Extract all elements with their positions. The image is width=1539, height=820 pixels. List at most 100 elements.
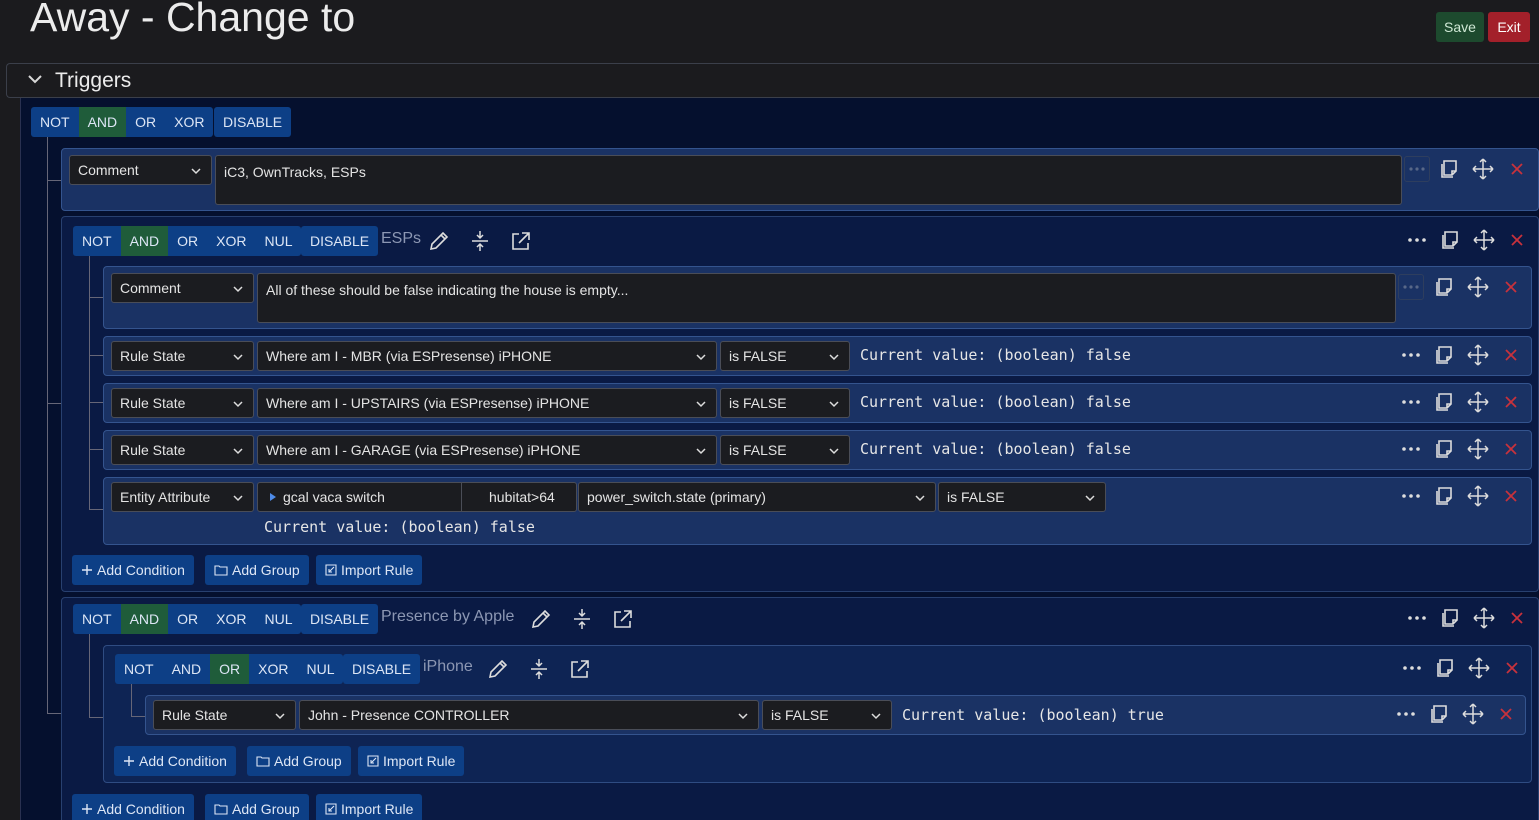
close-icon[interactable] — [1494, 702, 1518, 726]
more-icon[interactable] — [1400, 656, 1424, 680]
entity-picker[interactable]: gcal vaca switch hubitat>64 — [257, 482, 577, 512]
operator-select[interactable]: is FALSE — [938, 482, 1106, 512]
move-icon[interactable] — [1466, 437, 1490, 461]
move-icon[interactable] — [1472, 606, 1496, 630]
triggers-section-header[interactable] — [6, 63, 1539, 98]
copy-icon[interactable] — [1438, 157, 1462, 181]
pencil-icon[interactable] — [529, 607, 553, 631]
close-icon[interactable] — [1505, 606, 1529, 630]
import-rule-button[interactable]: Import Rule — [316, 555, 423, 585]
rule-target-select[interactable]: John - Presence CONTROLLER — [299, 700, 759, 730]
more-icon[interactable] — [1394, 702, 1418, 726]
condition-type-select[interactable]: Entity Attribute — [111, 482, 254, 512]
pencil-icon[interactable] — [486, 657, 510, 681]
copy-icon[interactable] — [1433, 484, 1457, 508]
xor-button[interactable]: XOR — [207, 226, 256, 256]
more-icon[interactable] — [1399, 437, 1423, 461]
more-icon[interactable] — [1404, 156, 1430, 182]
more-icon[interactable] — [1398, 274, 1424, 300]
close-icon[interactable] — [1500, 656, 1524, 680]
and-button[interactable]: AND — [120, 604, 169, 634]
copy-icon[interactable] — [1433, 390, 1457, 414]
comment-text[interactable]: All of these should be false indicating … — [257, 273, 1396, 323]
close-icon[interactable] — [1505, 157, 1529, 181]
move-icon[interactable] — [1471, 157, 1495, 181]
move-icon[interactable] — [1467, 656, 1491, 680]
operator-select[interactable]: is FALSE — [762, 700, 892, 730]
copy-icon[interactable] — [1433, 437, 1457, 461]
or-button[interactable]: OR — [168, 226, 208, 256]
pencil-icon[interactable] — [427, 229, 451, 253]
save-button[interactable]: Save — [1436, 12, 1484, 42]
nul-button[interactable]: NUL — [255, 604, 302, 634]
operator-select[interactable]: is FALSE — [720, 341, 850, 371]
exit-button[interactable]: Exit — [1488, 12, 1530, 42]
disable-button[interactable]: DISABLE — [214, 107, 292, 137]
disable-button[interactable]: DISABLE — [343, 654, 421, 684]
move-icon[interactable] — [1472, 228, 1496, 252]
close-icon[interactable] — [1499, 275, 1523, 299]
nul-button[interactable]: NUL — [297, 654, 344, 684]
more-icon[interactable] — [1405, 228, 1429, 252]
copy-icon[interactable] — [1428, 702, 1452, 726]
move-icon[interactable] — [1466, 275, 1490, 299]
move-icon[interactable] — [1466, 343, 1490, 367]
collapse-icon[interactable] — [570, 607, 594, 631]
more-icon[interactable] — [1405, 606, 1429, 630]
attribute-select[interactable]: power_switch.state (primary) — [578, 482, 936, 512]
condition-type-select[interactable]: Comment — [111, 273, 254, 303]
import-rule-button[interactable]: Import Rule — [316, 794, 423, 820]
close-icon[interactable] — [1499, 390, 1523, 414]
close-icon[interactable] — [1505, 228, 1529, 252]
external-link-icon[interactable] — [509, 229, 533, 253]
collapse-icon[interactable] — [527, 657, 551, 681]
xor-button[interactable]: XOR — [249, 654, 298, 684]
chevron-down-icon[interactable] — [26, 70, 44, 88]
xor-button[interactable]: XOR — [207, 604, 256, 634]
comment-text[interactable]: iC3, OwnTracks, ESPs — [215, 155, 1402, 205]
or-button[interactable]: OR — [168, 604, 208, 634]
move-icon[interactable] — [1466, 484, 1490, 508]
move-icon[interactable] — [1466, 390, 1490, 414]
rule-target-select[interactable]: Where am I - MBR (via ESPresense) iPHONE — [257, 341, 717, 371]
more-icon[interactable] — [1399, 484, 1423, 508]
add-group-button[interactable]: Add Group — [205, 794, 309, 820]
close-icon[interactable] — [1499, 484, 1523, 508]
disable-button[interactable]: DISABLE — [301, 226, 379, 256]
import-rule-button[interactable]: Import Rule — [358, 746, 465, 776]
not-button[interactable]: NOT — [115, 654, 163, 684]
operator-select[interactable]: is FALSE — [720, 388, 850, 418]
condition-type-select[interactable]: Rule State — [111, 435, 254, 465]
add-condition-button[interactable]: Add Condition — [72, 555, 194, 585]
disable-button[interactable]: DISABLE — [301, 604, 379, 634]
copy-icon[interactable] — [1439, 228, 1463, 252]
and-button[interactable]: AND — [78, 107, 127, 137]
more-icon[interactable] — [1399, 343, 1423, 367]
add-group-button[interactable]: Add Group — [205, 555, 309, 585]
copy-icon[interactable] — [1439, 606, 1463, 630]
rule-target-select[interactable]: Where am I - UPSTAIRS (via ESPresense) i… — [257, 388, 717, 418]
or-button[interactable]: OR — [126, 107, 166, 137]
external-link-icon[interactable] — [611, 607, 635, 631]
external-link-icon[interactable] — [568, 657, 592, 681]
condition-type-select[interactable]: Rule State — [111, 341, 254, 371]
move-icon[interactable] — [1461, 702, 1485, 726]
copy-icon[interactable] — [1433, 275, 1457, 299]
not-button[interactable]: NOT — [31, 107, 79, 137]
copy-icon[interactable] — [1434, 656, 1458, 680]
operator-select[interactable]: is FALSE — [720, 435, 850, 465]
collapse-icon[interactable] — [468, 229, 492, 253]
and-button[interactable]: AND — [162, 654, 211, 684]
add-group-button[interactable]: Add Group — [247, 746, 351, 776]
nul-button[interactable]: NUL — [255, 226, 302, 256]
more-icon[interactable] — [1399, 390, 1423, 414]
not-button[interactable]: NOT — [73, 604, 121, 634]
close-icon[interactable] — [1499, 437, 1523, 461]
xor-button[interactable]: XOR — [165, 107, 214, 137]
and-button[interactable]: AND — [120, 226, 169, 256]
condition-type-select[interactable]: Rule State — [153, 700, 296, 730]
or-button[interactable]: OR — [210, 654, 250, 684]
condition-type-select[interactable]: Comment — [69, 155, 212, 185]
not-button[interactable]: NOT — [73, 226, 121, 256]
add-condition-button[interactable]: Add Condition — [114, 746, 236, 776]
